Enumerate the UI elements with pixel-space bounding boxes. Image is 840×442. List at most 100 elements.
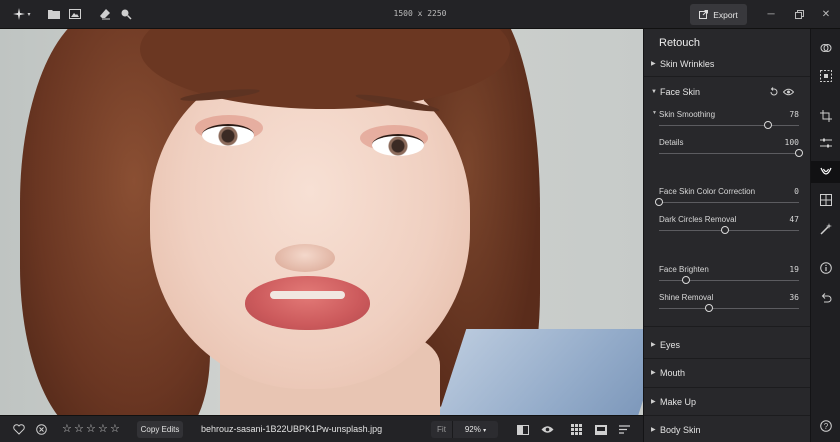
logo-icon[interactable] bbox=[12, 7, 26, 21]
panel-title: Retouch bbox=[659, 37, 700, 49]
slider-track[interactable] bbox=[659, 308, 799, 309]
slider-knob[interactable] bbox=[720, 226, 729, 234]
section-label: Body Skin bbox=[660, 425, 701, 435]
help-icon[interactable]: ? bbox=[819, 419, 833, 433]
slider-dark-circles-removal[interactable]: Dark Circles Removal 47 bbox=[659, 215, 799, 243]
svg-text:?: ? bbox=[824, 422, 829, 431]
zoom-level: 92% bbox=[464, 425, 481, 434]
section-label[interactable]: Face Skin bbox=[660, 87, 700, 97]
photo-teeth bbox=[270, 291, 345, 299]
export-button[interactable]: Export bbox=[690, 4, 747, 25]
slider-knob[interactable] bbox=[681, 276, 690, 284]
slider-face-brighten[interactable]: Face Brighten 19 bbox=[659, 265, 799, 293]
grid-view-icon[interactable] bbox=[570, 423, 583, 436]
file-name: behrouz-sasani-1B22UBPK1Pw-unsplash.jpg bbox=[201, 424, 383, 434]
section-make-up[interactable]: ▶ Make Up bbox=[644, 388, 810, 416]
slider-value: 36 bbox=[789, 293, 799, 302]
fit-button[interactable]: Fit bbox=[431, 421, 453, 438]
slider-face-skin-color-correction[interactable]: Face Skin Color Correction 0 bbox=[655, 187, 799, 215]
heart-icon[interactable] bbox=[12, 423, 25, 436]
compare-split-icon[interactable] bbox=[516, 423, 529, 436]
slider-label: Face Brighten bbox=[659, 265, 709, 274]
slider-knob[interactable] bbox=[795, 149, 803, 157]
texture-icon[interactable] bbox=[819, 193, 833, 207]
section-label: Make Up bbox=[660, 397, 697, 407]
chevron-down-icon: ▾ bbox=[483, 428, 487, 434]
slider-label: Dark Circles Removal bbox=[659, 215, 737, 224]
section-label: Skin Wrinkles bbox=[660, 59, 715, 69]
visibility-eye-icon[interactable] bbox=[783, 88, 794, 96]
section-eyes[interactable]: ▶ Eyes bbox=[644, 331, 810, 359]
photo-nose bbox=[275, 244, 335, 272]
chevron-down-icon[interactable]: ▼ bbox=[651, 89, 657, 95]
slider-skin-smoothing[interactable]: Skin Smoothing 78 bbox=[659, 110, 799, 138]
eye-preview-icon[interactable] bbox=[541, 423, 554, 436]
chevron-right-icon: ▶ bbox=[651, 61, 656, 67]
rating-star-2[interactable]: ☆ bbox=[74, 422, 84, 435]
slider-details[interactable]: Details 100 bbox=[659, 138, 803, 166]
single-view-icon[interactable] bbox=[594, 423, 607, 436]
zoom-select[interactable]: 92% ▾ bbox=[453, 425, 498, 434]
zoom-control[interactable]: Fit 92% ▾ bbox=[431, 421, 498, 438]
slider-knob[interactable] bbox=[655, 198, 663, 206]
face-retouch-icon[interactable] bbox=[819, 165, 833, 179]
photo-lips bbox=[245, 276, 370, 330]
section-mouth[interactable]: ▶ Mouth bbox=[644, 359, 810, 388]
folder-icon[interactable] bbox=[47, 7, 61, 21]
search-icon[interactable] bbox=[119, 7, 133, 21]
slider-label: Shine Removal bbox=[659, 293, 714, 302]
rating-star-1[interactable]: ☆ bbox=[62, 422, 72, 435]
export-icon bbox=[699, 10, 709, 19]
eraser-icon[interactable] bbox=[98, 7, 112, 21]
slider-value: 0 bbox=[794, 187, 799, 196]
chevron-right-icon: ▶ bbox=[651, 399, 656, 405]
photo-canvas[interactable] bbox=[0, 29, 643, 415]
tool-rail: ? bbox=[810, 29, 840, 442]
slider-value: 78 bbox=[789, 110, 799, 119]
sort-icon[interactable] bbox=[618, 423, 631, 436]
slider-label: Face Skin Color Correction bbox=[659, 187, 756, 196]
slider-shine-removal[interactable]: Shine Removal 36 bbox=[659, 293, 799, 321]
slider-track[interactable] bbox=[659, 230, 799, 231]
subsection-chevron-down-icon[interactable]: ▼ bbox=[652, 110, 657, 116]
section-skin-wrinkles[interactable]: ▶ Skin Wrinkles bbox=[644, 51, 810, 77]
section-body-skin[interactable]: ▶ Body Skin bbox=[644, 416, 810, 442]
info-icon[interactable] bbox=[819, 261, 833, 275]
photo-collar bbox=[433, 329, 643, 415]
close-icon[interactable]: ✕ bbox=[819, 7, 833, 21]
bottom-toolbar: ☆ ☆ ☆ ☆ ☆ Copy Edits behrouz-sasani-1B22… bbox=[0, 415, 643, 442]
layers-icon[interactable] bbox=[819, 41, 833, 55]
undo-history-icon[interactable] bbox=[819, 291, 833, 305]
rating-star-5[interactable]: ☆ bbox=[110, 422, 120, 435]
reject-icon[interactable] bbox=[35, 423, 48, 436]
slider-value: 100 bbox=[784, 138, 799, 147]
magic-wand-icon[interactable] bbox=[819, 222, 833, 236]
top-toolbar: ▾ 1500 x 2250 Export ─ ✕ bbox=[0, 0, 840, 29]
slider-knob[interactable] bbox=[764, 121, 773, 129]
slider-label: Details bbox=[659, 138, 684, 147]
restore-icon[interactable] bbox=[792, 7, 806, 21]
section-face-skin: ▼ Face Skin ▼ Skin Smoothing 78 Details … bbox=[644, 79, 810, 327]
logo-menu-chevron-icon[interactable]: ▾ bbox=[25, 7, 33, 21]
adjustments-icon[interactable] bbox=[819, 136, 833, 150]
slider-knob[interactable] bbox=[705, 304, 714, 312]
section-label: Eyes bbox=[660, 340, 681, 350]
rating-star-3[interactable]: ☆ bbox=[86, 422, 96, 435]
minimize-icon[interactable]: ─ bbox=[764, 7, 778, 21]
image-icon[interactable] bbox=[68, 7, 82, 21]
rating-star-4[interactable]: ☆ bbox=[98, 422, 108, 435]
section-label: Mouth bbox=[660, 368, 686, 378]
reset-icon[interactable] bbox=[769, 87, 779, 97]
slider-track[interactable] bbox=[659, 280, 799, 281]
slider-label: Skin Smoothing bbox=[659, 110, 716, 119]
slider-track[interactable] bbox=[659, 202, 799, 203]
slider-value: 47 bbox=[789, 215, 799, 224]
slider-track[interactable] bbox=[659, 153, 799, 154]
slider-track[interactable] bbox=[659, 125, 799, 126]
select-frame-icon[interactable] bbox=[819, 69, 833, 83]
crop-icon[interactable] bbox=[819, 109, 833, 123]
copy-edits-button[interactable]: Copy Edits bbox=[137, 421, 183, 438]
photo-eye-right bbox=[372, 134, 424, 156]
chevron-right-icon: ▶ bbox=[651, 370, 656, 376]
chevron-right-icon: ▶ bbox=[651, 427, 656, 433]
